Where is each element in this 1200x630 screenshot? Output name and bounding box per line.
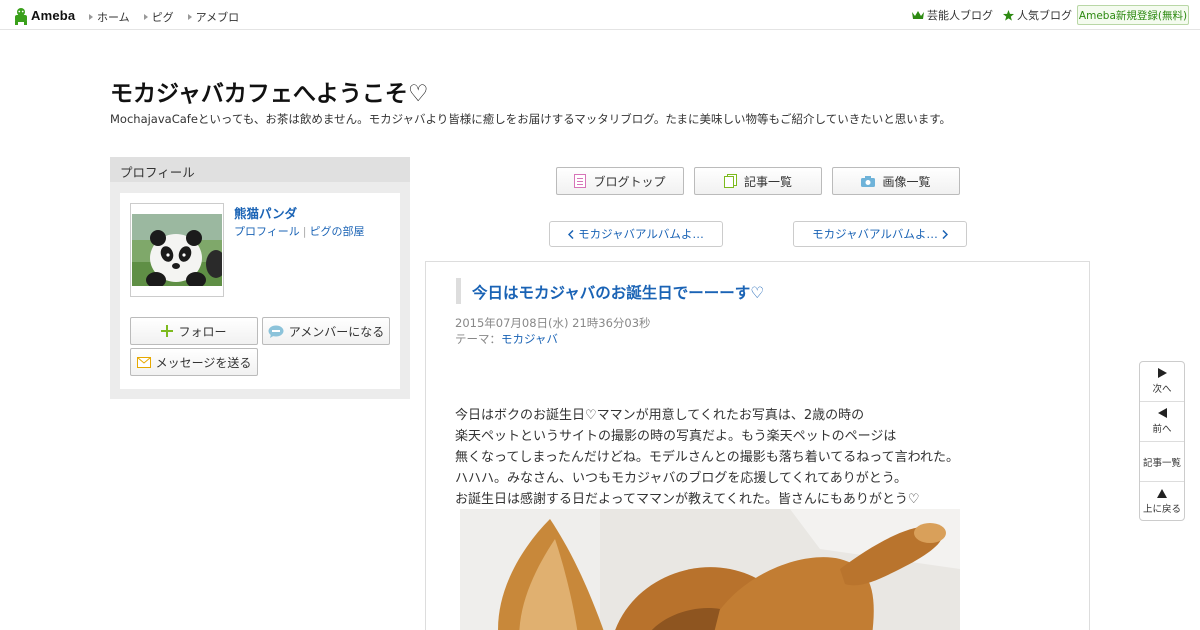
article-paragraph: 無くなってしまったんだけどね。モデルさんとの撮影も落ち着いてるねって言われた。 [455,450,960,465]
ameba-logo-icon [15,7,27,25]
link-separator: | [302,225,307,238]
global-header: Ameba ホーム ピグ アメブロ 芸能人ブログ 人気ブログ Ameba新規登録… [0,0,1200,30]
article-list-button[interactable]: 記事一覧 [1140,442,1184,482]
avatar[interactable] [130,203,224,297]
ameba-logo-text: Ameba [31,8,76,23]
envelope-icon [136,356,151,368]
speech-bubble-icon [268,325,284,338]
floating-nav: 次へ 前へ 記事一覧 上に戻る [1139,361,1185,521]
blog-description: MochajavaCafeといっても、お茶は飲めません。モカジャバより皆様に癒し… [110,112,952,126]
image-list-button[interactable]: 画像一覧 [832,167,960,195]
profile-box: プロフィール 熊猫パンダ プロフィール | ピグの部屋 フォロー アメンバーにな… [110,157,410,399]
popular-blog-link[interactable]: 人気ブログ [1003,7,1072,23]
follow-button[interactable]: フォロー [130,317,258,345]
panda-avatar-image [132,214,222,286]
back-to-top-button[interactable]: 上に戻る [1140,482,1184,522]
send-message-button[interactable]: メッセージを送る [130,348,258,376]
blog-top-button[interactable]: ブログトップ [556,167,684,195]
profile-name[interactable]: 熊猫パンダ [234,203,297,222]
document-icon [574,174,587,188]
article: 今日はモカジャバのお誕生日でーーーす♡ 2015年07月08日(水) 21時36… [425,261,1090,630]
article-paragraph: 楽天ペットというサイトの撮影の時の写真だよ。もう楽天ペットのページは [455,429,897,444]
play-right-icon [1157,368,1167,378]
nav-pigg[interactable]: ピグ [143,9,174,25]
amember-button[interactable]: アメンバーになる [262,317,390,345]
entry-list-button[interactable]: 記事一覧 [694,167,822,195]
triangle-right-icon [143,14,148,20]
triangle-up-icon [1157,489,1167,498]
camera-icon [861,175,876,187]
prev-article-button[interactable]: 前へ [1140,402,1184,442]
chevron-right-icon [942,229,948,239]
pigg-room-link[interactable]: ピグの部屋 [310,225,365,238]
global-nav: ホーム ピグ アメブロ [89,9,253,25]
article-theme: テーマ：モカジャバ [455,331,558,347]
star-icon [1003,9,1014,21]
celebrity-blog-link[interactable]: 芸能人ブログ [912,7,993,23]
profile-links: プロフィール | ピグの部屋 [234,223,365,239]
play-left-icon [1157,408,1167,418]
article-body: 今日はボクのお誕生日♡ママンが用意してくれたお写真は、2歳の時の 楽天ペットとい… [455,405,959,510]
nav-ameblo[interactable]: アメブロ [187,9,239,25]
profile-body: 熊猫パンダ プロフィール | ピグの部屋 フォロー アメンバーになる メッセージを送… [120,193,400,389]
article-paragraph: お誕生日は感謝する日だよってママンが教えてくれた。皆さんにもありがとう♡ [455,492,920,507]
prev-entry-link[interactable]: モカジャバアルバムよ… [549,221,723,247]
profile-heading: プロフィール [110,157,410,182]
article-paragraph: 今日はボクのお誕生日♡ママンが用意してくれたお写真は、2歳の時の [455,408,865,423]
nav-home[interactable]: ホーム [89,9,130,25]
triangle-right-icon [187,14,192,20]
theme-link[interactable]: モカジャバ [501,332,558,346]
next-article-button[interactable]: 次へ [1140,362,1184,402]
dog-photo[interactable] [460,509,960,630]
plus-icon [161,325,174,337]
article-paragraph: ハハハ。みなさん、いつもモカジャバのブログを応援してくれてありがとう。 [455,471,908,486]
next-entry-link[interactable]: モカジャバアルバムよ… [793,221,967,247]
documents-icon [723,174,737,188]
crown-icon [912,11,924,19]
blog-title[interactable]: モカジャバカフェへようこそ♡ [110,74,428,108]
ameba-logo[interactable]: Ameba [13,6,75,25]
article-date: 2015年07月08日(水) 21時36分03秒 [455,316,651,330]
theme-label: テーマ： [455,332,501,346]
profile-link[interactable]: プロフィール [234,225,300,238]
top-right-links: 芸能人ブログ 人気ブログ [912,5,1082,25]
article-title[interactable]: 今日はモカジャバのお誕生日でーーーす♡ [456,278,764,304]
register-button[interactable]: Ameba新規登録(無料) [1077,5,1189,25]
chevron-left-icon [568,229,574,239]
triangle-right-icon [89,14,93,20]
